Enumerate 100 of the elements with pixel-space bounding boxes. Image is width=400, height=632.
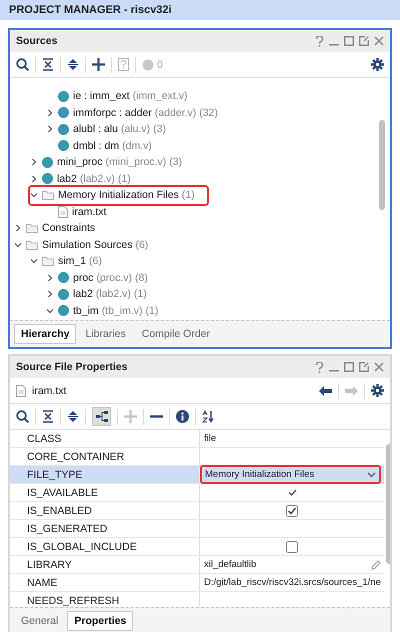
module-dot-icon xyxy=(58,90,69,102)
property-value: file xyxy=(204,433,216,444)
property-row[interactable]: IS_GLOBAL_INCLUDE xyxy=(10,538,384,556)
maximize-icon[interactable] xyxy=(344,36,354,46)
tree-item[interactable]: dmbl : dm (dm.v) xyxy=(46,138,152,154)
file-name: (tb_im.v) xyxy=(102,304,143,317)
folder-icon xyxy=(26,240,38,250)
module-dot-icon xyxy=(58,272,69,284)
tree-item[interactable]: proc (proc.v) (8) xyxy=(46,270,148,286)
tree-item[interactable]: immforpc : adder (adder.v) (32) xyxy=(46,104,218,121)
property-row[interactable]: FILE_TYPE Memory Initialization Files xyxy=(10,466,384,484)
help-icon[interactable] xyxy=(315,36,324,46)
tree-item-label: immforpc : adder xyxy=(73,106,152,119)
tree-item-label: alubl : alu xyxy=(73,123,118,136)
settings-icon[interactable] xyxy=(371,384,384,397)
chevron-icon[interactable] xyxy=(46,108,54,117)
module-dot-icon xyxy=(42,156,53,168)
tree-item-label: sim_1 xyxy=(58,255,86,268)
chevron-icon[interactable] xyxy=(30,191,38,200)
chevron-icon[interactable] xyxy=(46,290,54,298)
tree-item[interactable]: tb_im (tb_im.v) (1) xyxy=(46,302,158,319)
chevron-icon[interactable] xyxy=(46,306,54,315)
chevron-icon[interactable] xyxy=(46,274,54,282)
tab[interactable]: Properties xyxy=(67,611,134,631)
checkbox[interactable] xyxy=(286,504,298,516)
property-name: NAME xyxy=(10,574,200,591)
chevron-icon[interactable] xyxy=(30,257,38,266)
tree-item-label: tb_im xyxy=(73,304,99,317)
collapse-all-icon[interactable] xyxy=(42,410,54,423)
tree-item[interactable]: mini_proc (mini_proc.v) (3) xyxy=(30,154,182,170)
tree-item[interactable]: lab2 (lab2.v) (1) xyxy=(46,286,147,302)
tab[interactable]: General xyxy=(14,611,66,631)
item-count: (8) xyxy=(135,272,148,284)
property-name: IS_GLOBAL_INCLUDE xyxy=(10,538,200,555)
property-row[interactable]: IS_AVAILABLE xyxy=(10,484,384,502)
tab[interactable]: Hierarchy xyxy=(14,324,76,344)
maximize-icon[interactable] xyxy=(344,362,354,372)
property-name: FILE_TYPE xyxy=(10,466,200,483)
tree-item[interactable]: Constraints xyxy=(14,220,96,236)
tree-item[interactable]: Memory Initialization Files (1) xyxy=(30,187,207,204)
item-count: (6) xyxy=(135,238,148,251)
chevron-icon[interactable] xyxy=(30,158,38,166)
tab[interactable]: Compile Order xyxy=(134,324,218,344)
status-count: 0 xyxy=(157,58,163,70)
status-dot-icon xyxy=(142,58,154,70)
module-dot-icon xyxy=(58,288,69,300)
sort-icon[interactable] xyxy=(202,410,214,423)
file-type-dropdown[interactable]: Memory Initialization Files xyxy=(200,465,381,484)
file-name: (proc.v) xyxy=(96,272,132,284)
item-count: (1) xyxy=(118,172,131,185)
file-name: (alu.v) xyxy=(120,123,150,136)
expand-all-icon[interactable] xyxy=(67,410,79,423)
float-icon[interactable] xyxy=(359,36,369,46)
expand-all-icon[interactable] xyxy=(67,58,79,71)
back-arrow-icon[interactable] xyxy=(319,386,332,396)
file-name: (lab2.v) xyxy=(96,288,131,300)
property-name: CLASS xyxy=(10,430,200,447)
tree-item[interactable]: ie : imm_ext (imm_ext.v) xyxy=(46,88,188,104)
item-count: (32) xyxy=(199,106,218,119)
tree-item-label: mini_proc xyxy=(57,156,103,168)
chevron-icon[interactable] xyxy=(14,224,22,232)
close-icon[interactable] xyxy=(374,362,384,372)
settings-icon[interactable] xyxy=(371,58,384,71)
file-name: (adder.v) xyxy=(154,106,196,119)
checkbox[interactable] xyxy=(286,540,298,552)
property-row[interactable]: LIBRARY xil_defaultlib xyxy=(10,556,384,574)
tree-item[interactable]: sim_1 (6) xyxy=(30,253,102,270)
property-row[interactable]: IS_GENERATED xyxy=(10,520,384,538)
tree-item-label: Constraints xyxy=(42,222,96,234)
tab[interactable]: Libraries xyxy=(78,324,133,344)
close-icon[interactable] xyxy=(374,36,384,46)
property-row[interactable]: NAME D:/git/lab_riscv/riscv32i.srcs/sources_1/ne xyxy=(10,574,384,592)
file-icon xyxy=(58,206,68,218)
property-value: xil_defaultlib xyxy=(204,559,256,570)
property-row[interactable]: CLASS file xyxy=(10,430,384,448)
chevron-icon[interactable] xyxy=(14,240,22,249)
hierarchy-icon xyxy=(96,411,108,422)
help-icon[interactable] xyxy=(315,362,324,372)
group-view-button[interactable] xyxy=(92,407,111,426)
collapse-all-icon[interactable] xyxy=(42,58,54,71)
file-name: (imm_ext.v) xyxy=(132,90,188,102)
tree-item[interactable]: Simulation Sources (6) xyxy=(14,236,148,253)
chevron-icon[interactable] xyxy=(30,174,38,183)
property-value: D:/git/lab_riscv/riscv32i.srcs/sources_1/ne xyxy=(204,577,381,588)
add-icon[interactable] xyxy=(92,58,105,71)
tree-item-label: lab2 xyxy=(57,172,77,185)
float-icon[interactable] xyxy=(359,362,369,372)
chevron-icon[interactable] xyxy=(46,125,54,134)
tree-item[interactable]: lab2 (lab2.v) (1) xyxy=(30,170,131,187)
tree-item[interactable]: alubl : alu (alu.v) (3) xyxy=(46,121,166,138)
module-dot-icon xyxy=(58,305,69,316)
folder-icon xyxy=(26,223,38,234)
info-icon[interactable] xyxy=(176,410,189,423)
search-icon[interactable] xyxy=(16,58,29,71)
item-count: (6) xyxy=(89,255,102,268)
tree-item[interactable]: iram.txt xyxy=(46,204,106,220)
pencil-icon[interactable] xyxy=(370,560,381,570)
caret-icon xyxy=(366,472,376,478)
search-icon[interactable] xyxy=(16,410,29,423)
property-row[interactable]: IS_ENABLED xyxy=(10,502,384,520)
